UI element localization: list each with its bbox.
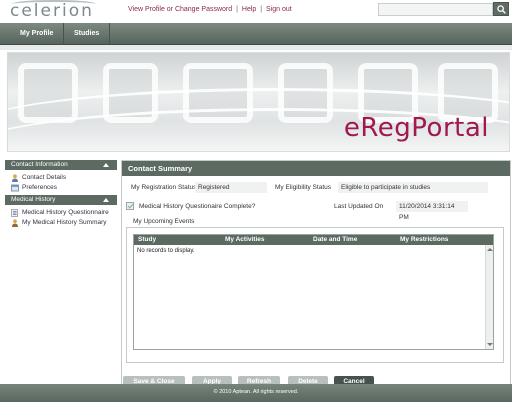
empty-message: No records to display. [137,248,195,254]
mh-complete-label: Medical History Questionaire Complete? [139,203,256,210]
contact-summary-panel: Contact Summary My Registration Status R… [121,160,511,385]
account-links: View Profile or Change Password | Help |… [128,6,292,13]
scroll-up-icon[interactable] [487,248,493,251]
sidebar-item-my-medical-history-summary[interactable]: My Medical History Summary [5,218,117,228]
sidebar-item-label: My Medical History Summary [22,219,107,226]
search-input[interactable] [378,3,493,16]
registration-status-label: My Registration Status [131,184,197,191]
panel-title: Contact Summary [122,161,510,176]
upcoming-events-legend: My Upcoming Events [131,218,197,225]
nav-spacer [0,45,512,50]
sidebar-item-medical-history-questionnaire[interactable]: Medical History Questionnaire [5,208,117,218]
sidebar: Contact Information Contact Details Pref… [5,160,117,385]
column-header-date-and-time[interactable]: Date and Time [313,236,357,243]
scroll-down-icon[interactable] [487,343,493,346]
tab-studies[interactable]: Studies [64,23,111,45]
summary-icon [12,219,18,227]
main-nav: My Profile Studies [0,23,512,45]
sidebar-item-label: Preferences [22,184,58,191]
sidebar-item-label: Contact Details [22,174,67,181]
grid-scrollbar[interactable] [485,245,493,349]
column-header-my-restrictions[interactable]: My Restrictions [400,236,448,243]
last-updated-label: Last Updated On [334,203,384,210]
sign-out-link[interactable]: Sign out [266,6,292,13]
last-updated-value: 11/20/2014 3:31:14 PM [396,201,468,221]
section-header-medical-history[interactable]: Medical History [5,195,117,205]
column-header-my-activities[interactable]: My Activities [225,236,265,243]
view-profile-link[interactable]: View Profile or Change Password [128,6,232,13]
banner: eRegPortal [7,52,510,152]
search-button[interactable] [493,2,509,16]
sidebar-item-contact-details[interactable]: Contact Details [5,173,117,183]
tab-my-profile[interactable]: My Profile [10,23,65,45]
celerion-logo[interactable]: celerion [10,1,94,21]
grid-body: No records to display. [134,245,486,349]
eregportal-title: eRegPortal [343,113,489,143]
grid-header: Study My Activities Date and Time My Res… [134,235,493,245]
copyright-text: © 2010 Aptean. All rights reserved. [213,389,299,395]
section-header-contact-information[interactable]: Contact Information [5,160,117,170]
search-icon [496,4,506,14]
sidebar-item-preferences[interactable]: Preferences [5,183,117,193]
eligibility-status-label: My Eligibility Status [275,184,331,191]
section-title: Medical History [11,196,56,203]
help-link[interactable]: Help [242,6,256,13]
upcoming-events-grid: Study My Activities Date and Time My Res… [133,234,494,350]
separator: | [260,6,263,13]
registration-status-value: Registered [195,182,267,193]
separator: | [236,6,238,13]
sidebar-item-label: Medical History Questionnaire [22,209,109,216]
collapse-arrow-icon [103,163,109,167]
mh-complete-checkbox[interactable] [126,202,134,210]
preferences-icon [11,184,19,192]
footer: © 2010 Aptean. All rights reserved. [0,384,512,402]
collapse-arrow-icon [103,198,109,202]
person-icon [12,174,18,182]
column-header-study[interactable]: Study [138,236,156,243]
section-title: Contact Information [11,161,68,168]
eligibility-status-value: Eligible to participate in studies [338,182,488,193]
questionnaire-icon [11,209,18,217]
top-bar: celerion View Profile or Change Password… [0,0,512,23]
